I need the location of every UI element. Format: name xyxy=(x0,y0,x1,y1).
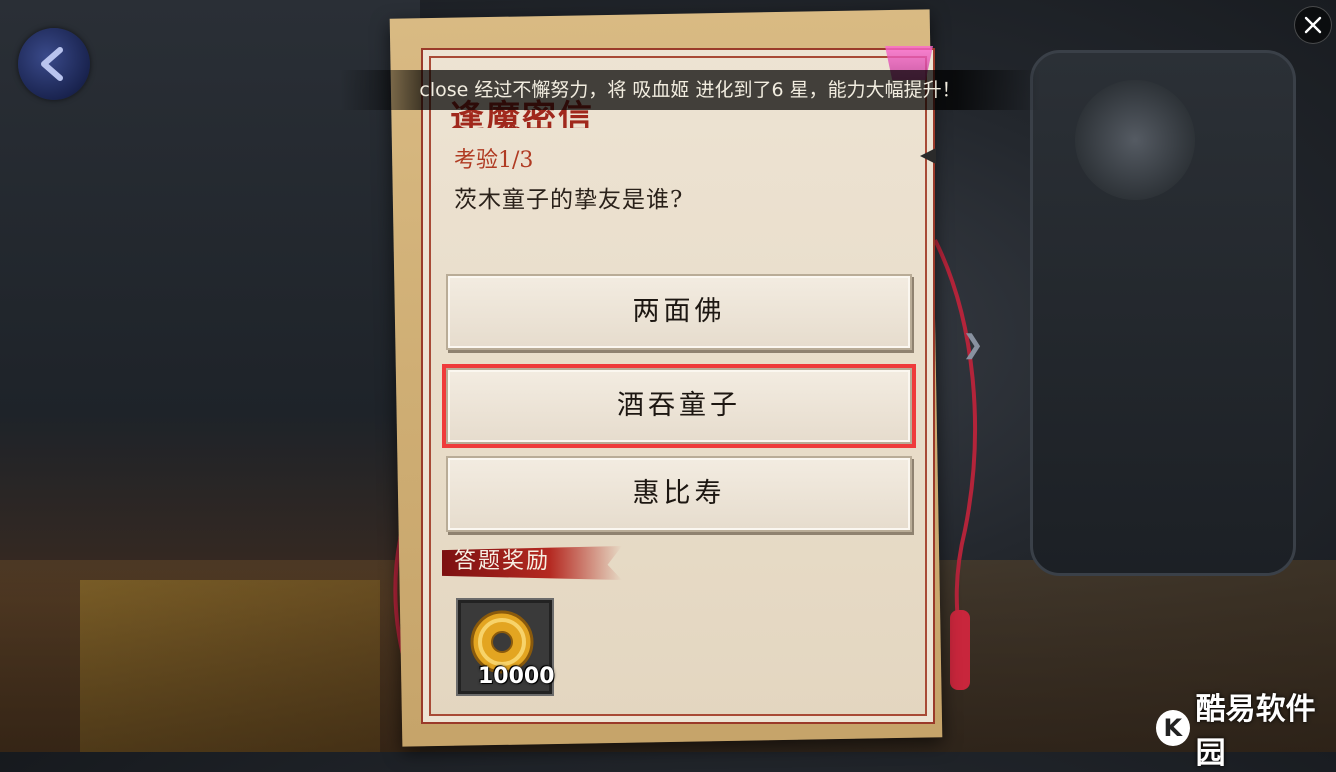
site-watermark: K 酷易软件园 xyxy=(1156,692,1336,771)
answer-option-1[interactable]: 两面佛 xyxy=(446,274,912,350)
background-right-emblem xyxy=(1075,80,1195,200)
back-button[interactable] xyxy=(18,28,90,100)
arrow-left-icon xyxy=(41,47,63,81)
close-icon xyxy=(1304,16,1322,34)
chevron-right-icon: ❯ xyxy=(962,330,984,360)
system-notice: close 经过不懈努力，将 吸血姬 进化到了6 星，能力大幅提升！ xyxy=(340,70,1040,110)
reward-label: 答题奖励 xyxy=(454,549,551,574)
reward-item-count: 10000 xyxy=(478,664,555,689)
close-button[interactable] xyxy=(1294,6,1332,44)
answer-option-3[interactable]: 惠比寿 xyxy=(446,456,912,532)
quiz-stage: 考验1/3 xyxy=(454,148,534,173)
answer-option-2[interactable]: 酒吞童子 xyxy=(442,364,916,448)
quiz-question: 茨木童子的挚友是谁? xyxy=(454,187,684,213)
watermark-logo: K xyxy=(1156,710,1190,746)
watermark-text: 酷易软件园 xyxy=(1195,692,1316,771)
